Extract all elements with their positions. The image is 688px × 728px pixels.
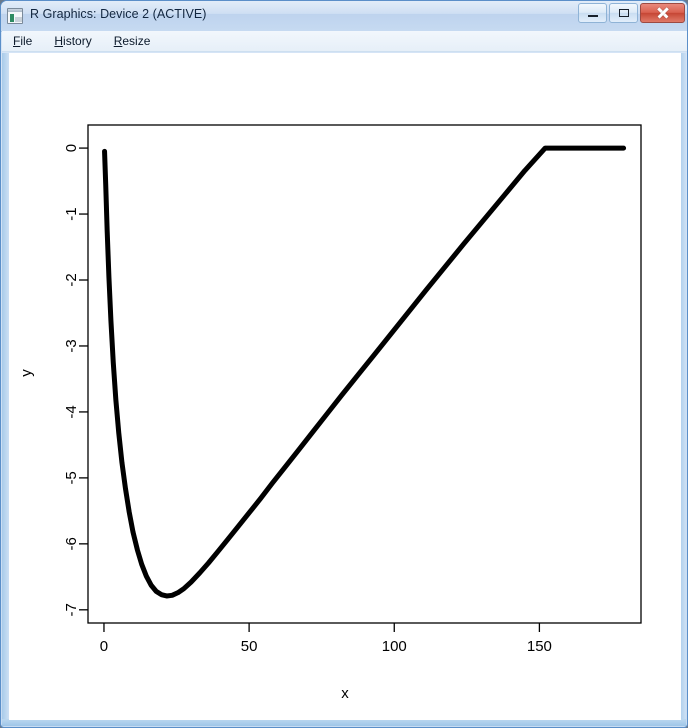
window-frame-left <box>2 53 9 726</box>
menu-item-history[interactable]: History <box>52 32 101 50</box>
x-tick-label: 100 <box>382 638 407 655</box>
minimize-icon <box>588 15 598 17</box>
x-tick-label: 0 <box>100 638 108 655</box>
menu-item-file-rest: ile <box>20 34 33 48</box>
y-tick-label: -2 <box>63 273 80 286</box>
maximize-icon <box>619 9 629 17</box>
close-button[interactable] <box>640 3 685 23</box>
window-controls <box>578 3 685 25</box>
window-frame-bottom <box>2 719 686 726</box>
plot-background <box>9 53 681 720</box>
title-bar[interactable]: R Graphics: Device 2 (ACTIVE) <box>1 1 687 32</box>
menu-item-resize[interactable]: Resize <box>112 32 161 50</box>
x-tick-label: 50 <box>241 638 258 655</box>
minimize-button[interactable] <box>578 3 607 23</box>
y-tick-label: -4 <box>63 405 80 418</box>
close-icon <box>656 7 669 20</box>
plot-figure: 0 50 100 150 0 -1 -2 -3 -4 -5 -6 -7 x y <box>9 53 681 720</box>
graphics-canvas: 0 50 100 150 0 -1 -2 -3 -4 -5 -6 -7 x y <box>9 53 681 720</box>
maximize-button[interactable] <box>609 3 638 23</box>
y-tick-label: -5 <box>63 471 80 484</box>
menu-item-history-rest: istory <box>63 34 92 48</box>
window-title: R Graphics: Device 2 (ACTIVE) <box>30 7 207 21</box>
menu-item-resize-rest: esize <box>122 34 151 48</box>
y-axis-label: y <box>18 369 35 377</box>
x-tick-label: 150 <box>527 638 552 655</box>
y-tick-label: -3 <box>63 339 80 352</box>
y-tick-label: -6 <box>63 537 80 550</box>
menu-item-history-accel: H <box>54 34 64 48</box>
x-axis-label: x <box>341 685 349 702</box>
r-graphics-window: R Graphics: Device 2 (ACTIVE) File Histo… <box>0 0 688 728</box>
y-tick-label: -1 <box>63 207 80 220</box>
menu-bar: File History Resize <box>2 31 687 52</box>
y-tick-label: 0 <box>63 144 80 152</box>
y-tick-label: -7 <box>63 603 80 616</box>
menu-item-file[interactable]: File <box>11 32 42 50</box>
r-graphics-device-icon <box>7 8 23 24</box>
